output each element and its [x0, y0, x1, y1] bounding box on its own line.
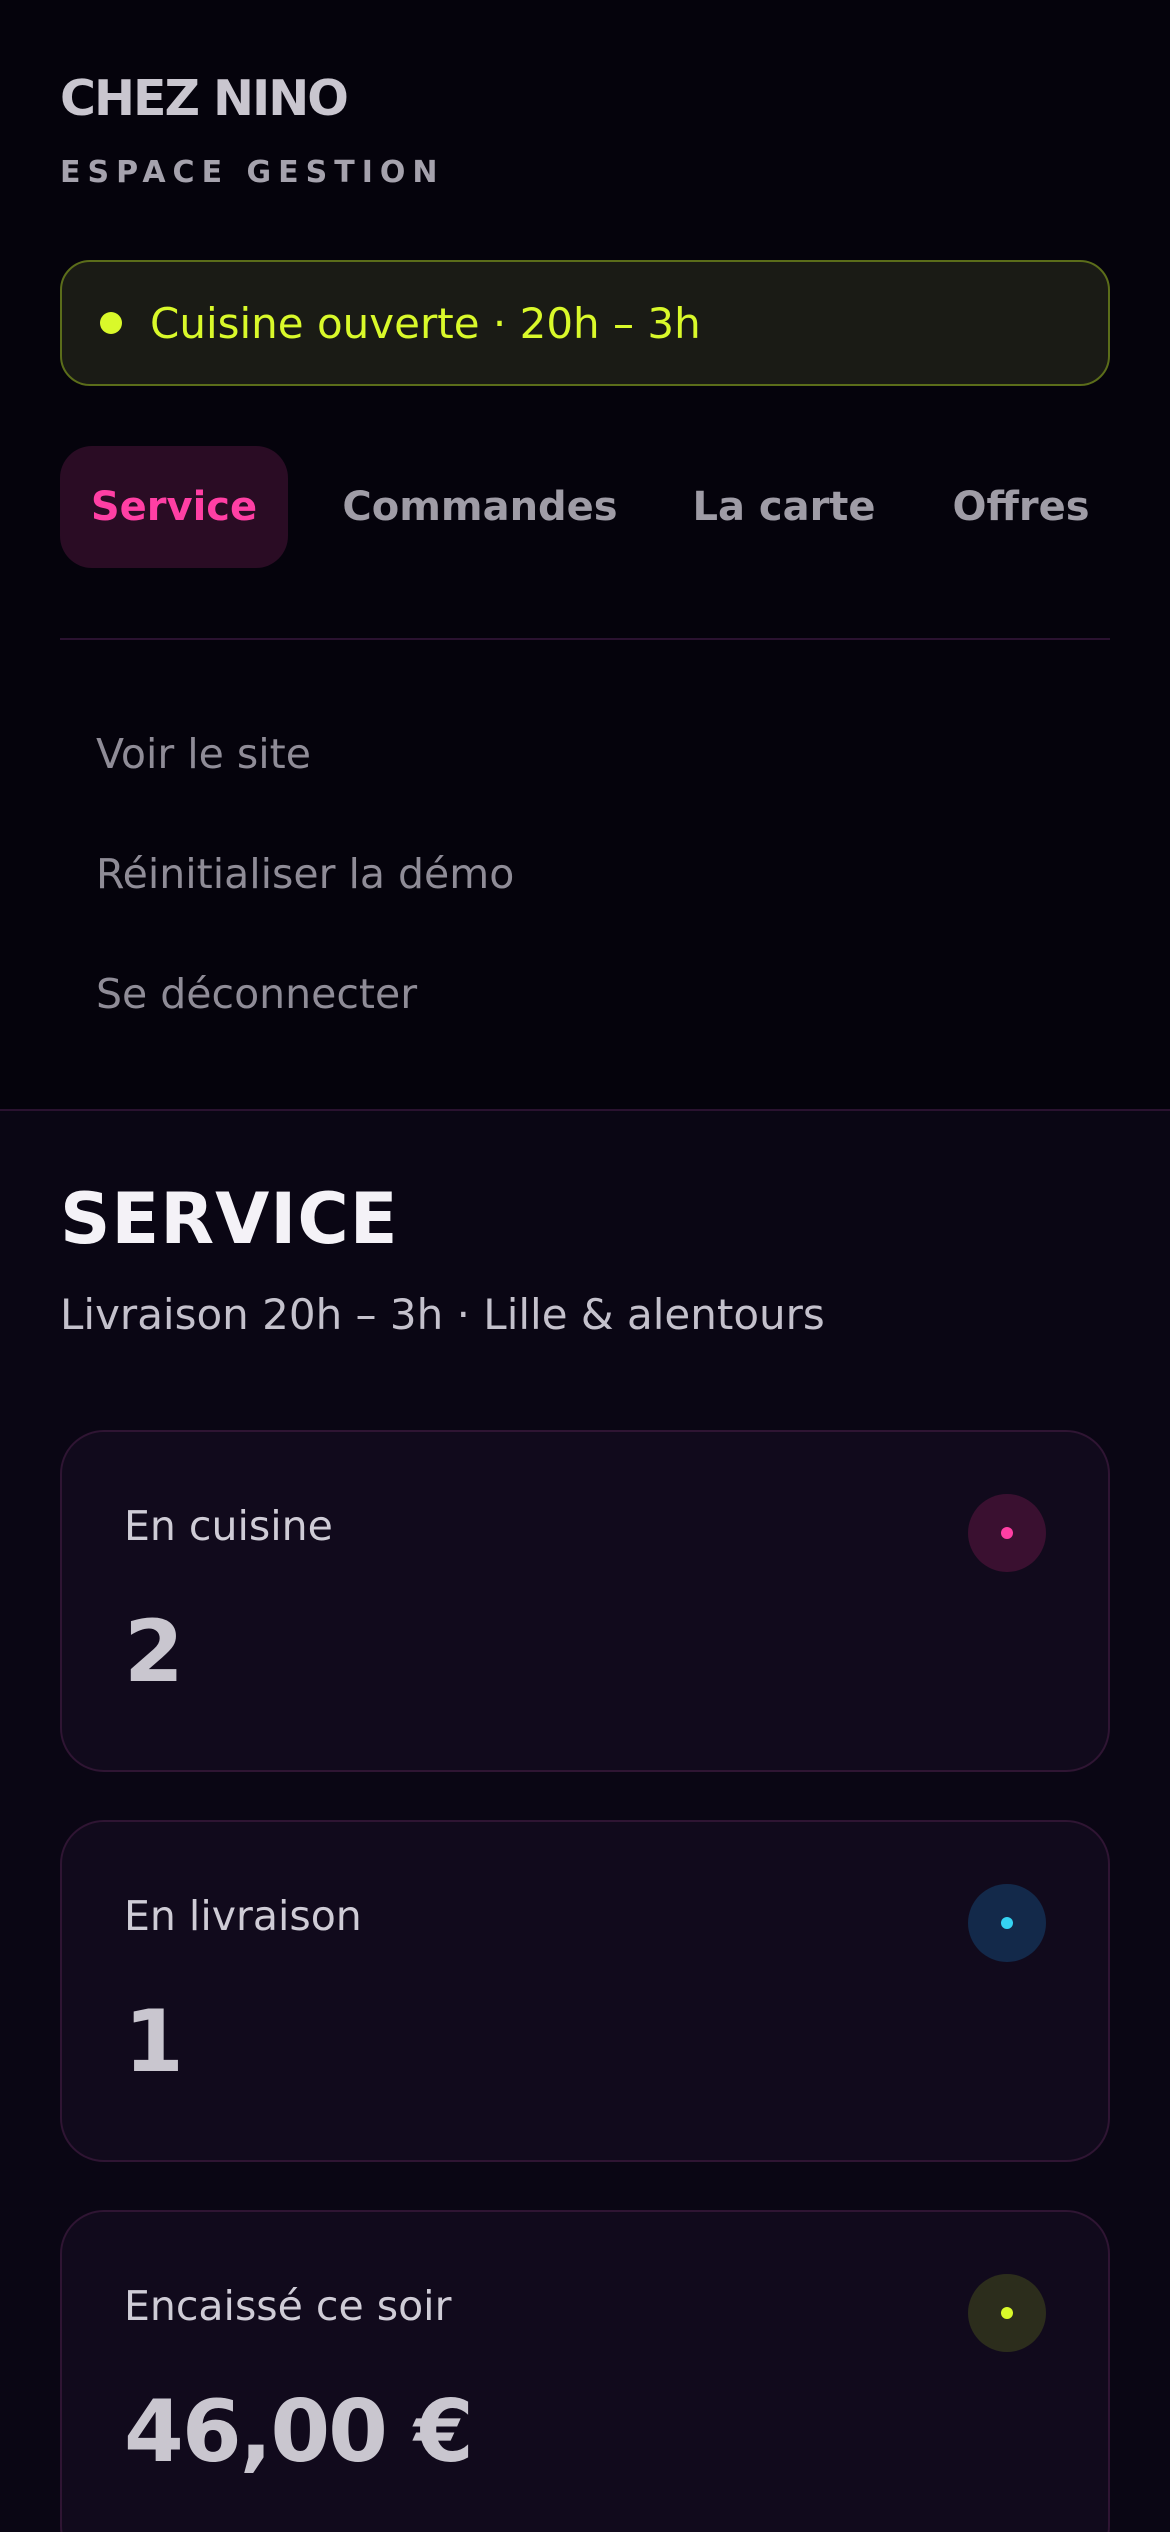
lime-dot-icon	[968, 2274, 1046, 2352]
tab-commandes[interactable]: Commandes	[322, 446, 638, 568]
view-site-link[interactable]: Voir le site	[96, 730, 311, 778]
stat-label: En cuisine	[124, 1502, 333, 1550]
brand-name: CHEZ NINO	[60, 70, 349, 127]
page-subtitle: Livraison 20h – 3h · Lille & alentours	[60, 1290, 825, 1339]
stat-card-encaisse: Encaissé ce soir 46,00 €	[60, 2210, 1110, 2532]
kitchen-status-badge: Cuisine ouverte · 20h – 3h	[60, 260, 1110, 386]
brand-subtitle: ESPACE GESTION	[60, 155, 445, 190]
page-title: SERVICE	[60, 1178, 399, 1260]
stat-label: En livraison	[124, 1892, 362, 1940]
tab-offres[interactable]: Offres	[932, 446, 1110, 568]
kitchen-status-text: Cuisine ouverte · 20h – 3h	[150, 298, 701, 348]
admin-page: CHEZ NINO ESPACE GESTION Cuisine ouverte…	[0, 0, 1170, 2532]
section-tabs: Service Commandes La carte Offres	[60, 446, 1110, 568]
status-dot-icon	[100, 312, 122, 334]
tab-la-carte[interactable]: La carte	[678, 446, 890, 568]
tab-service[interactable]: Service	[60, 446, 288, 568]
stat-card-en-livraison: En livraison 1	[60, 1820, 1110, 2162]
stat-value: 1	[124, 1992, 184, 2092]
divider	[60, 638, 1110, 640]
logout-link[interactable]: Se déconnecter	[96, 970, 417, 1018]
navigation-drawer: CHEZ NINO ESPACE GESTION Cuisine ouverte…	[0, 0, 1170, 1111]
stat-label: Encaissé ce soir	[124, 2282, 452, 2330]
stat-card-en-cuisine: En cuisine 2	[60, 1430, 1110, 1772]
stat-value: 46,00 €	[124, 2382, 474, 2482]
stat-value: 2	[124, 1602, 184, 1702]
blue-dot-icon	[968, 1884, 1046, 1962]
reset-demo-link[interactable]: Réinitialiser la démo	[96, 850, 514, 898]
pink-dot-icon	[968, 1494, 1046, 1572]
